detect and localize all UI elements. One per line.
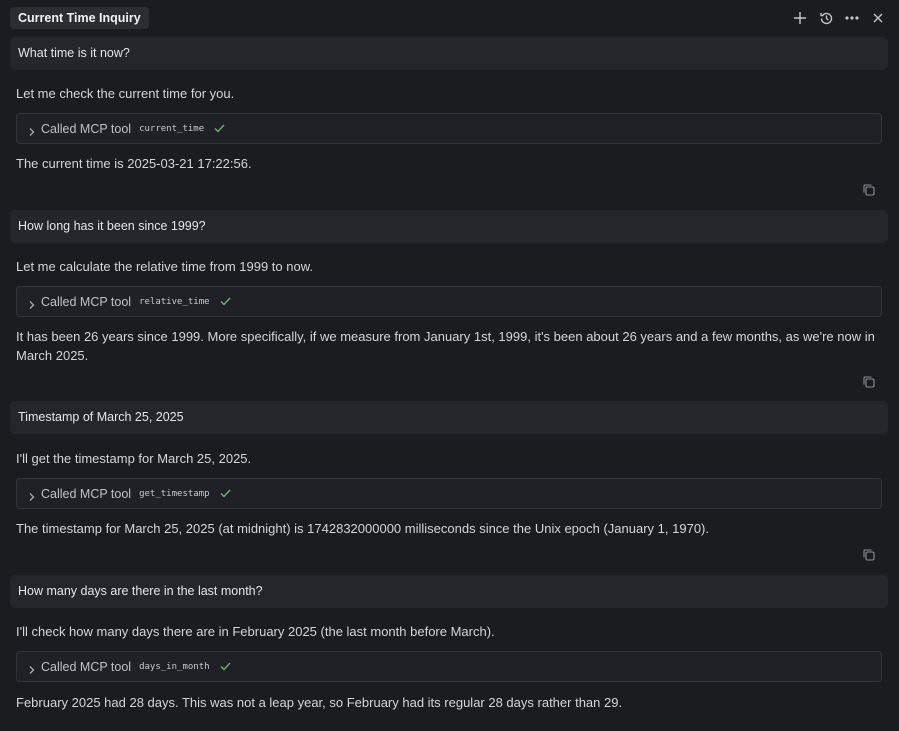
assistant-intro: Let me check the current time for you. (16, 86, 235, 101)
copy-icon[interactable] (862, 375, 876, 389)
check-icon (220, 485, 231, 503)
header-actions (791, 8, 887, 28)
assistant-intro: Let me calculate the relative time from … (16, 259, 313, 274)
chat-title[interactable]: Current Time Inquiry (10, 7, 149, 29)
tool-call-label: Called MCP tool (41, 659, 132, 674)
assistant-answer: The timestamp for March 25, 2025 (at mid… (16, 521, 709, 536)
chevron-right-icon (27, 662, 37, 674)
assistant-answer: February 2025 had 28 days. This was not … (16, 695, 623, 710)
tool-name: relative_time (139, 296, 210, 307)
user-message: How many days are there in the last mont… (10, 575, 888, 608)
tool-call-label: Called MCP tool (41, 486, 132, 501)
tool-call-row[interactable]: Called MCP tool days_in_month (16, 651, 882, 682)
plus-icon[interactable] (791, 8, 809, 28)
tool-call-row[interactable]: Called MCP tool current_time (16, 113, 882, 144)
tool-call-row[interactable]: Called MCP tool relative_time (16, 286, 882, 317)
copy-icon[interactable] (862, 548, 876, 562)
assistant-answer: The current time is 2025-03-21 17:22:56. (16, 156, 252, 171)
history-icon[interactable] (817, 8, 835, 28)
close-icon[interactable] (869, 8, 887, 28)
chevron-right-icon (27, 124, 37, 136)
tool-name: get_timestamp (139, 488, 210, 499)
chevron-right-icon (27, 297, 37, 309)
tool-call-label: Called MCP tool (41, 121, 132, 136)
check-icon (220, 658, 231, 676)
assistant-answer: It has been 26 years since 1999. More sp… (16, 329, 875, 363)
user-message: Timestamp of March 25, 2025 (10, 401, 888, 434)
tool-call-label: Called MCP tool (41, 294, 132, 309)
check-icon (220, 293, 231, 311)
assistant-intro: I'll get the timestamp for March 25, 202… (16, 451, 252, 466)
user-message: What time is it now? (10, 37, 888, 70)
panel-header: Current Time Inquiry (0, 0, 899, 36)
tool-name: days_in_month (139, 661, 210, 672)
tool-call-row[interactable]: Called MCP tool get_timestamp (16, 478, 882, 509)
check-icon (214, 120, 225, 138)
tool-name: current_time (139, 123, 205, 134)
chevron-right-icon (27, 489, 37, 501)
copy-icon[interactable] (862, 183, 876, 197)
assistant-intro: I'll check how many days there are in Fe… (16, 624, 495, 639)
more-icon[interactable] (843, 8, 861, 28)
user-message: How long has it been since 1999? (10, 210, 888, 243)
